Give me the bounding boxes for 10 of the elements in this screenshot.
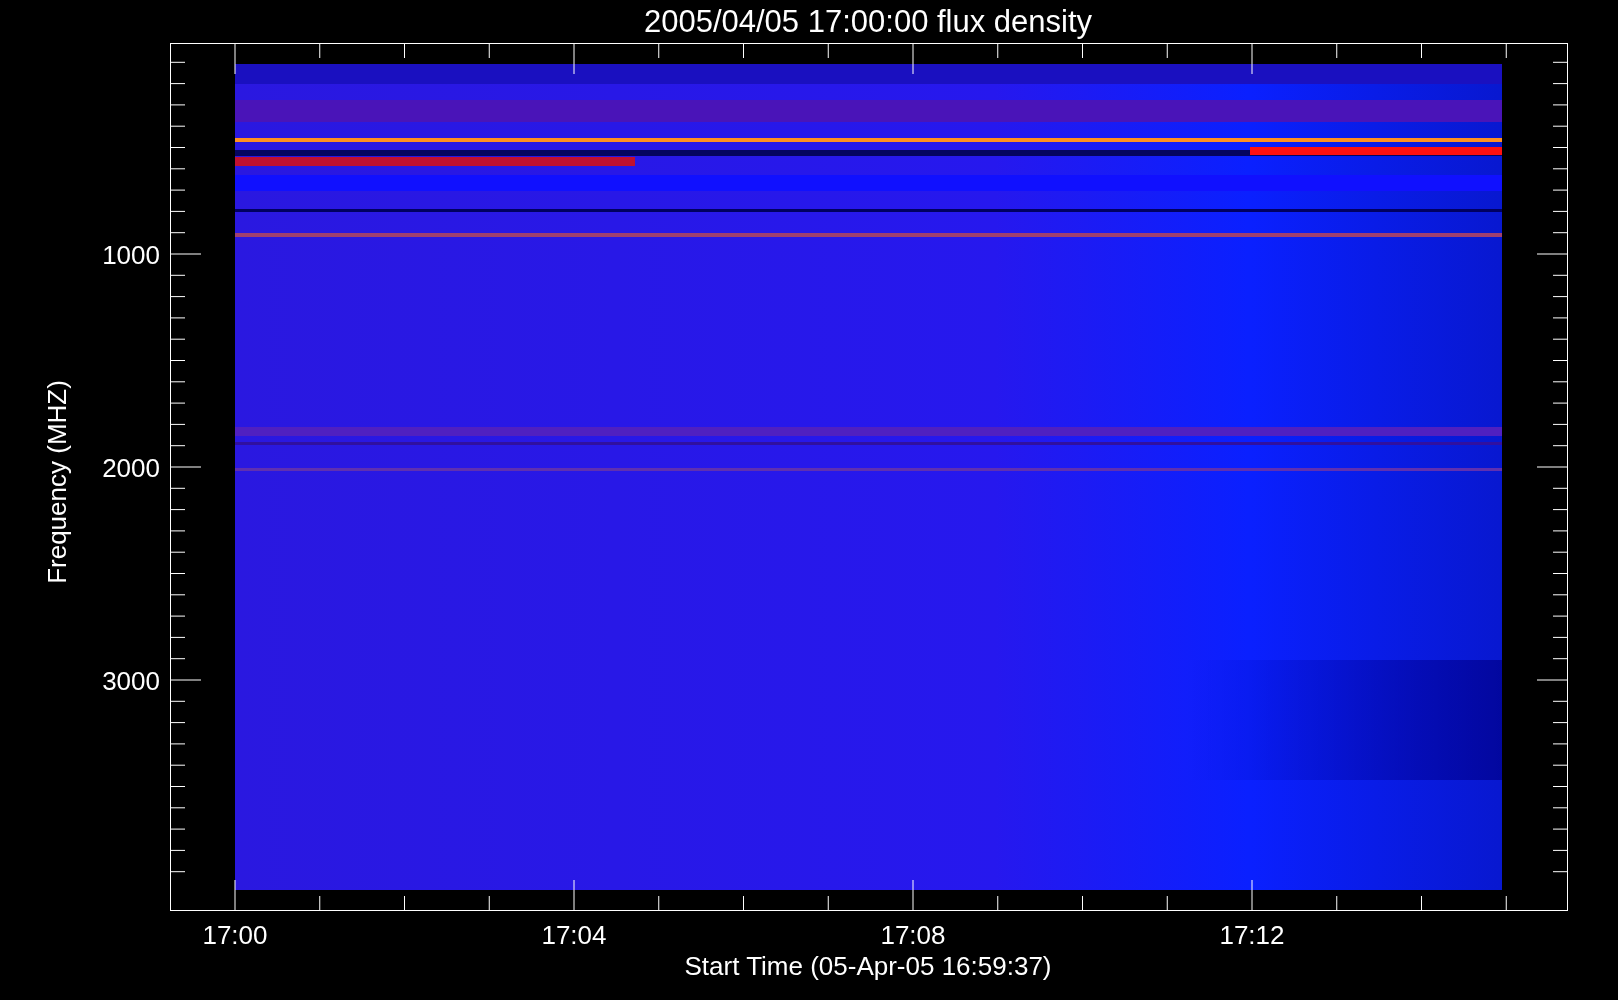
tick-label: 17:00 xyxy=(202,920,268,950)
chart-title: 2005/04/05 17:00:00 flux density xyxy=(643,4,1093,39)
axis-label: Start Time (05-Apr-05 16:59:37) xyxy=(684,951,1052,981)
tick-label: 17:12 xyxy=(1219,920,1285,950)
tick-label: 17:08 xyxy=(880,920,946,950)
tick-label: 17:04 xyxy=(541,920,607,950)
tick-label: 1000 xyxy=(102,240,160,270)
tick-label: 2000 xyxy=(102,453,160,483)
tick-label: 3000 xyxy=(102,666,160,696)
axis-label: Frequency (MHZ) xyxy=(42,380,72,584)
